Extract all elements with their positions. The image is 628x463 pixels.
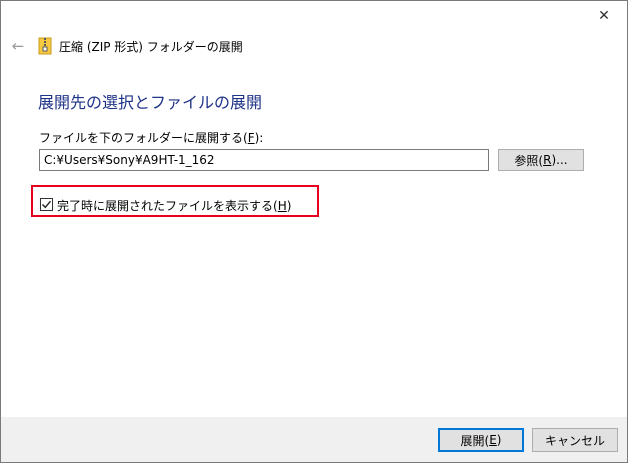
dialog-header: ← 圧縮 (ZIP 形式) フォルダーの展開 bbox=[1, 31, 627, 61]
zip-folder-icon bbox=[38, 37, 52, 55]
browse-button[interactable]: 参照(R)... bbox=[498, 149, 584, 171]
cancel-button[interactable]: キャンセル bbox=[532, 428, 618, 452]
page-heading: 展開先の選択とファイルの展開 bbox=[38, 93, 263, 112]
accelerator-key: E bbox=[489, 433, 497, 447]
show-extracted-files-label[interactable]: 完了時に展開されたファイルを表示する(H) bbox=[57, 197, 291, 214]
extract-button[interactable]: 展開(E) bbox=[438, 428, 524, 452]
checkmark-icon bbox=[42, 200, 52, 209]
close-icon: ✕ bbox=[598, 8, 610, 24]
destination-path-input[interactable] bbox=[39, 149, 489, 171]
accelerator-key: F bbox=[247, 131, 255, 145]
accelerator-key: H bbox=[277, 199, 287, 213]
show-extracted-files-checkbox[interactable] bbox=[40, 198, 53, 211]
extract-zip-dialog: ✕ ← 圧縮 (ZIP 形式) フォルダーの展開 展開先の選択とファイルの展開 … bbox=[0, 0, 628, 463]
dialog-title: 圧縮 (ZIP 形式) フォルダーの展開 bbox=[59, 40, 243, 54]
destination-label: ファイルを下のフォルダーに展開する(F): bbox=[39, 131, 264, 145]
close-button[interactable]: ✕ bbox=[581, 1, 627, 31]
accelerator-key: R bbox=[543, 153, 552, 167]
dialog-footer: 展開(E) キャンセル bbox=[1, 417, 627, 462]
back-arrow-icon: ← bbox=[11, 37, 25, 55]
back-button[interactable]: ← bbox=[7, 35, 29, 57]
